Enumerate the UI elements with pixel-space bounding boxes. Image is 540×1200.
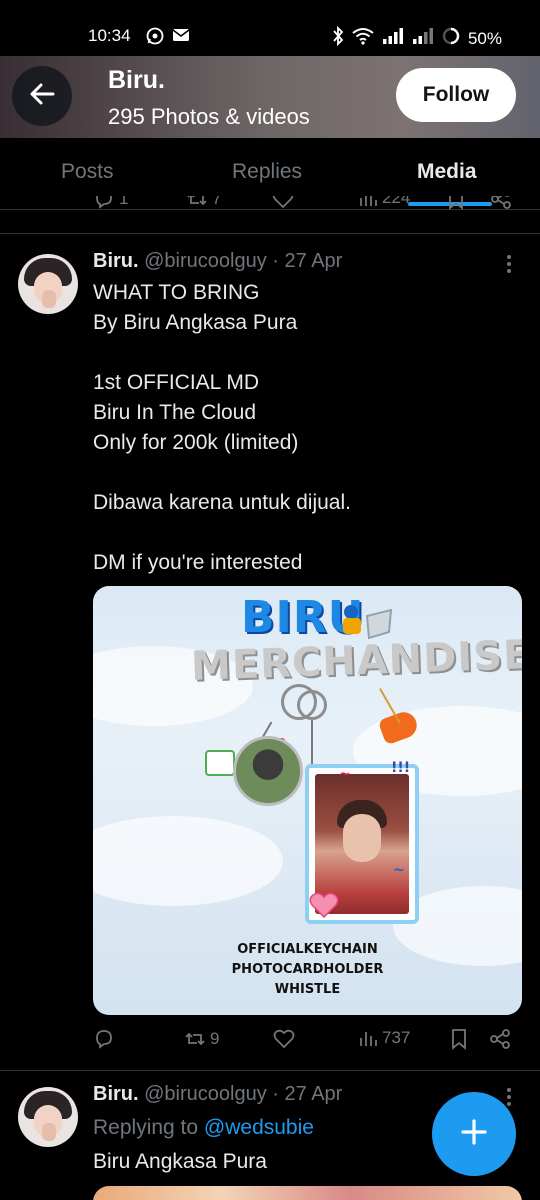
bookmark-button[interactable] <box>449 1028 469 1050</box>
reply-media-image[interactable] <box>93 1186 522 1200</box>
reply-icon <box>96 1030 112 1049</box>
retweet-count: 9 <box>210 1029 220 1048</box>
more-vertical-icon <box>507 1088 511 1106</box>
reply-tweet-text: Biru Angkasa Pura <box>93 1150 267 1173</box>
tweet-actions: 9 737 <box>0 1028 540 1058</box>
tweet-header: Biru. @birucoolguy · 27 Apr <box>93 250 342 273</box>
prev-views-count: 224 <box>382 196 411 207</box>
profile-header: Biru. 295 Photos & videos Follow <box>0 56 540 138</box>
battery-icon <box>442 27 460 50</box>
avatar[interactable] <box>18 254 78 314</box>
tweet-text: WHAT TO BRING By Biru Angkasa Pura 1st O… <box>93 278 351 578</box>
tweet-author-name[interactable]: Biru. <box>93 250 139 272</box>
replying-to-prefix: Replying to <box>93 1116 199 1139</box>
prev-reply-count: 1 <box>119 196 129 208</box>
tab-posts[interactable]: Posts <box>61 160 114 184</box>
share-icon <box>490 1029 510 1049</box>
media-caption-keychain: OFFICIALKEYCHAIN <box>237 942 378 957</box>
header-name: Biru. <box>108 66 165 94</box>
bookmark-icon <box>449 196 463 210</box>
views-count: 737 <box>382 1028 411 1047</box>
replying-to-line: Replying to @wedsubie <box>93 1113 314 1143</box>
retweet-button[interactable]: 9 <box>184 1028 219 1050</box>
whatsapp-icon <box>146 27 164 50</box>
tweet-line: 1st OFFICIAL MD <box>93 371 260 394</box>
sticker-figure-icon <box>337 602 395 646</box>
battery-percent: 50% <box>467 28 502 48</box>
status-left-icons <box>146 27 190 50</box>
replying-to-handle[interactable]: @wedsubie <box>204 1116 314 1139</box>
heart-sticker-icon <box>309 892 339 918</box>
tab-replies[interactable]: Replies <box>232 160 302 184</box>
reply-date[interactable]: 27 Apr <box>285 1083 343 1105</box>
compose-button[interactable] <box>432 1092 516 1176</box>
tweet-separator: · <box>272 250 279 272</box>
tweet-media-image[interactable]: BIRU MERCHANDISE ~ !!! ~ OFFICIALKEYCHAI… <box>93 586 522 1015</box>
keychain-photo <box>233 736 303 806</box>
reply-icon <box>96 196 112 209</box>
sticker-exclaim: !!! <box>391 760 411 776</box>
reply-separator: · <box>272 1083 279 1105</box>
heart-icon <box>273 1029 295 1049</box>
prev-retweet-button[interactable]: 7 <box>186 196 221 210</box>
plus-icon <box>459 1117 489 1152</box>
status-right-icons: 50% <box>332 25 502 51</box>
signal-icon-2 <box>412 27 434 50</box>
tweet-line: Biru In The Cloud <box>93 401 257 424</box>
avatar[interactable] <box>18 1087 78 1147</box>
prev-views-button[interactable]: 224 <box>358 196 410 208</box>
reply-tweet-header: Biru. @birucoolguy · 27 Apr <box>93 1083 342 1106</box>
prev-like-button[interactable] <box>272 196 294 210</box>
views-icon <box>360 1032 377 1046</box>
header-media-count: 295 Photos & videos <box>108 104 310 129</box>
retweet-icon <box>185 1032 205 1046</box>
tweet-author-handle[interactable]: @birucoolguy <box>144 250 267 272</box>
media-caption-whistle: WHISTLE <box>274 982 341 997</box>
follow-button[interactable]: Follow <box>396 68 516 122</box>
prev-reply-button[interactable]: 1 <box>93 196 128 210</box>
share-button[interactable] <box>489 1028 511 1050</box>
signal-icon <box>382 27 404 50</box>
prev-share-button[interactable] <box>490 196 512 210</box>
tweet-line: Only for 200k (limited) <box>93 431 299 454</box>
sticker-scribble: ~ <box>393 862 405 878</box>
arrow-left-icon <box>27 79 57 114</box>
mail-icon <box>172 27 190 50</box>
heart-icon <box>272 196 294 209</box>
views-button[interactable]: 737 <box>358 1028 410 1048</box>
prev-retweet-count: 7 <box>212 196 222 208</box>
tweet-line: By Biru Angkasa Pura <box>93 311 298 334</box>
media-caption-photocard: PHOTOCARDHOLDER <box>231 962 384 977</box>
prev-bookmark-button[interactable] <box>446 196 466 210</box>
bluetooth-icon <box>332 25 344 51</box>
more-vertical-icon <box>507 255 511 273</box>
sticker-smile: ~ <box>339 766 351 782</box>
tweet-date[interactable]: 27 Apr <box>285 250 343 272</box>
more-options-button[interactable] <box>506 254 512 279</box>
reply-author-name[interactable]: Biru. <box>93 1083 139 1105</box>
tab-media[interactable]: Media <box>417 160 477 184</box>
retweet-icon <box>187 196 207 206</box>
like-button[interactable] <box>273 1028 299 1050</box>
share-icon <box>491 196 511 209</box>
bookmark-icon <box>452 1029 466 1050</box>
views-icon <box>360 196 377 206</box>
tweet-line: WHAT TO BRING <box>93 281 260 304</box>
tweet-line: Dibawa karena untuk dijual. <box>93 491 351 514</box>
status-bar: 10:34 50% <box>0 0 540 56</box>
tweet-line: DM if you're interested <box>93 551 303 574</box>
previous-tweet-actions: 1 7 224 <box>0 196 540 234</box>
wifi-icon <box>352 27 374 50</box>
status-time: 10:34 <box>88 26 131 45</box>
block-charm <box>205 750 235 776</box>
back-button[interactable] <box>12 66 72 126</box>
reply-author-handle[interactable]: @birucoolguy <box>144 1083 267 1105</box>
reply-button[interactable] <box>93 1028 119 1050</box>
